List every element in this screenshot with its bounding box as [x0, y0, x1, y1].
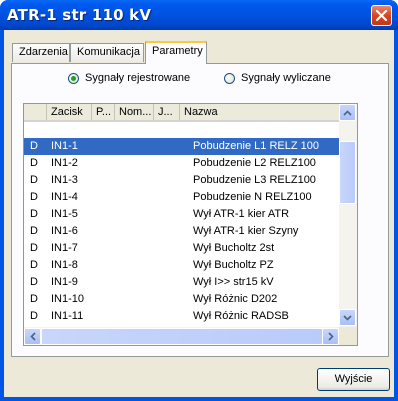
- cell-name: Wył Bucholtz PZ: [193, 259, 274, 271]
- cell-terminal: IN1-4: [51, 191, 78, 203]
- cell-name: Pobudzenie L1 RELZ 100: [193, 140, 319, 152]
- vertical-scrollbar[interactable]: [339, 104, 357, 327]
- tab-label: Parametry: [152, 45, 203, 57]
- tab-parametry[interactable]: Parametry: [145, 41, 207, 64]
- cell-type: D: [30, 259, 38, 271]
- cell-terminal: IN1-10: [51, 293, 85, 305]
- list-row[interactable]: D IN1-6 Wył ATR-1 kier Szyny: [24, 223, 339, 240]
- cell-terminal: IN1-9: [51, 276, 78, 288]
- cell-terminal: IN1-2: [51, 157, 78, 169]
- list-row[interactable]: D IN1-11 Wył Różnic RADSB: [24, 308, 339, 325]
- scroll-right-button[interactable]: [322, 328, 339, 345]
- cell-type: D: [30, 140, 38, 152]
- cell-name: Wył Różnic RADSB: [193, 310, 289, 322]
- list-row[interactable]: D IN1-7 Wył Bucholtz 2st: [24, 240, 339, 257]
- cell-type: D: [30, 208, 38, 220]
- column-header-nominal[interactable]: Nom...: [115, 104, 154, 120]
- cell-name: Wył ATR-1 kier Szyny: [193, 225, 299, 237]
- list-row[interactable]: D IN1-9 Wył I>> str15 kV: [24, 274, 339, 291]
- list-row[interactable]: D IN1-3 Pobudzenie L3 RELZ100: [24, 172, 339, 189]
- exit-button[interactable]: Wyjście: [317, 368, 390, 391]
- close-icon: [375, 9, 388, 22]
- radio-registered-signals[interactable]: Sygnały rejestrowane: [68, 72, 190, 84]
- list-row[interactable]: D IN1-2 Pobudzenie L2 RELZ100: [24, 155, 339, 172]
- arrow-down-icon: [343, 314, 352, 321]
- scroll-corner: [339, 327, 357, 345]
- cell-type: D: [30, 293, 38, 305]
- close-button[interactable]: [371, 5, 392, 26]
- cell-terminal: IN1-3: [51, 174, 78, 186]
- list-row[interactable]: D IN1-8 Wył Bucholtz PZ: [24, 257, 339, 274]
- column-header-name[interactable]: Nazwa: [180, 104, 339, 120]
- scroll-down-button[interactable]: [339, 309, 356, 326]
- signals-list[interactable]: Zacisk P... Nom... J... Nazwa D IN1-1 Po…: [23, 103, 358, 346]
- tab-label: Zdarzenia: [19, 46, 68, 58]
- radio-button-checked[interactable]: [68, 72, 79, 84]
- cell-name: Pobudzenie L3 RELZ100: [193, 174, 316, 186]
- cell-type: D: [30, 310, 38, 322]
- tab-komunikacja[interactable]: Komunikacja: [70, 43, 144, 62]
- window-bottom-border: [0, 397, 398, 401]
- cell-type: D: [30, 191, 38, 203]
- cell-type: D: [30, 157, 38, 169]
- column-header-terminal[interactable]: Zacisk: [47, 104, 92, 120]
- tab-zdarzenia[interactable]: Zdarzenia: [12, 43, 70, 62]
- horizontal-scroll-thumb[interactable]: [41, 328, 323, 345]
- scroll-left-button[interactable]: [24, 328, 41, 345]
- radio-calculated-signals[interactable]: Sygnały wyliczane: [224, 72, 331, 84]
- column-header-p[interactable]: P...: [92, 104, 115, 120]
- list-row[interactable]: D IN1-1 Pobudzenie L1 RELZ 100: [24, 138, 339, 155]
- tab-label: Komunikacja: [77, 46, 140, 58]
- cell-name: Wył Bucholtz 2st: [193, 242, 275, 254]
- list-row[interactable]: D IN1-5 Wył ATR-1 kier ATR: [24, 206, 339, 223]
- window-title: ATR-1 str 110 kV: [7, 6, 152, 24]
- cell-name: Wył ATR-1 kier ATR: [193, 208, 290, 220]
- vertical-scroll-thumb[interactable]: [339, 141, 356, 204]
- dialog-body: Zdarzenia Komunikacja Parametry Sygnały …: [4, 30, 394, 397]
- radio-label: Sygnały wyliczane: [241, 72, 331, 84]
- list-row[interactable]: D IN1-4 Pobudzenie N RELZ100: [24, 189, 339, 206]
- horizontal-scrollbar[interactable]: [24, 327, 339, 345]
- arrow-up-icon: [343, 109, 352, 116]
- cell-name: Wył I>> str15 kV: [193, 276, 274, 288]
- cell-terminal: IN1-11: [51, 310, 84, 322]
- cell-terminal: IN1-8: [51, 259, 78, 271]
- title-bar[interactable]: ATR-1 str 110 kV: [0, 0, 398, 30]
- list-row[interactable]: D IN1-10 Wył Różnic D202: [24, 291, 339, 308]
- column-header-unit[interactable]: J...: [154, 104, 180, 120]
- scroll-up-button[interactable]: [339, 104, 356, 121]
- cell-terminal: IN1-7: [51, 242, 78, 254]
- radio-button-unchecked[interactable]: [224, 72, 235, 84]
- cell-terminal: IN1-6: [51, 225, 78, 237]
- dialog-window: ATR-1 str 110 kV Zdarzenia Komunikacja P…: [0, 0, 398, 401]
- cell-terminal: IN1-1: [51, 140, 78, 152]
- column-header-type[interactable]: [24, 104, 47, 120]
- arrow-right-icon: [327, 332, 334, 341]
- cell-type: D: [30, 174, 38, 186]
- cell-terminal: IN1-5: [51, 208, 78, 220]
- cell-name: Pobudzenie N RELZ100: [193, 191, 312, 203]
- list-header: Zacisk P... Nom... J... Nazwa: [24, 104, 339, 122]
- cell-type: D: [30, 276, 38, 288]
- cell-type: D: [30, 225, 38, 237]
- cell-name: Pobudzenie L2 RELZ100: [193, 157, 316, 169]
- radio-label: Sygnały rejestrowane: [85, 72, 191, 84]
- arrow-left-icon: [29, 332, 36, 341]
- cell-name: Wył Różnic D202: [193, 293, 278, 305]
- cell-type: D: [30, 242, 38, 254]
